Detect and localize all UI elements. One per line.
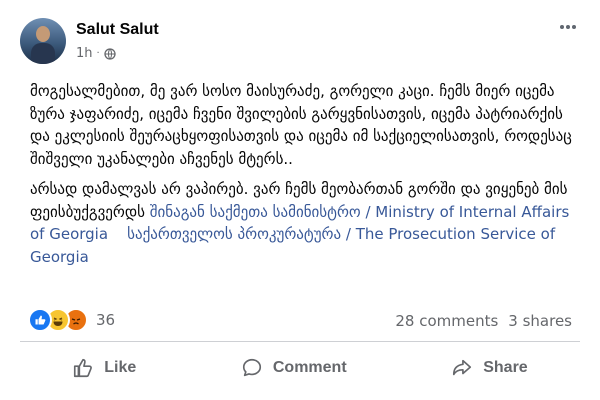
comments-count-link[interactable]: 28 comments — [395, 312, 498, 330]
like-button[interactable]: Like — [56, 348, 152, 388]
more-dot-icon — [560, 25, 564, 29]
like-label: Like — [104, 359, 137, 376]
globe-icon[interactable] — [104, 47, 116, 60]
author-name[interactable]: Salut Salut — [76, 21, 159, 39]
reaction-count: 36 — [96, 311, 116, 329]
avatar[interactable] — [20, 18, 66, 64]
actions-divider — [20, 341, 580, 342]
post-content: მოგესალმებით, მე ვარ სოსო მაისურაძე, გორ… — [30, 80, 585, 276]
comment-bubble-icon — [242, 358, 261, 377]
avatar-body — [31, 43, 55, 64]
share-button[interactable]: Share — [435, 348, 543, 388]
post-time[interactable]: 1h — [76, 46, 93, 61]
post-paragraph-1: მოგესალმებით, მე ვარ სოსო მაისურაძე, გორ… — [30, 82, 572, 168]
mention-prosecution-link[interactable]: საქართველოს პროკურატურა / The Prosecutio… — [30, 225, 555, 266]
post-meta: 1h · — [76, 46, 116, 61]
more-dot-icon — [566, 25, 570, 29]
more-dot-icon — [572, 25, 576, 29]
separator-dot: · — [96, 48, 100, 59]
post-paragraph-2: არსად დამალვას არ ვაპირებ. ვარ ჩემს მეობ… — [30, 178, 585, 268]
more-options-button[interactable] — [560, 14, 580, 34]
share-label: Share — [483, 359, 528, 376]
share-arrow-icon — [453, 359, 472, 376]
avatar-head — [36, 26, 50, 42]
post-actions-bar: Like Comment Share — [20, 348, 580, 388]
post-header: Salut Salut 1h · — [20, 18, 580, 66]
like-icon — [28, 308, 52, 332]
shares-count-link[interactable]: 3 shares — [508, 312, 572, 330]
thumbs-up-icon — [74, 358, 93, 378]
comment-button[interactable]: Comment — [225, 348, 363, 388]
reactions-summary[interactable]: 36 — [28, 308, 115, 332]
post-stats: 28 comments 3 shares — [395, 312, 572, 330]
comment-label: Comment — [272, 359, 347, 376]
